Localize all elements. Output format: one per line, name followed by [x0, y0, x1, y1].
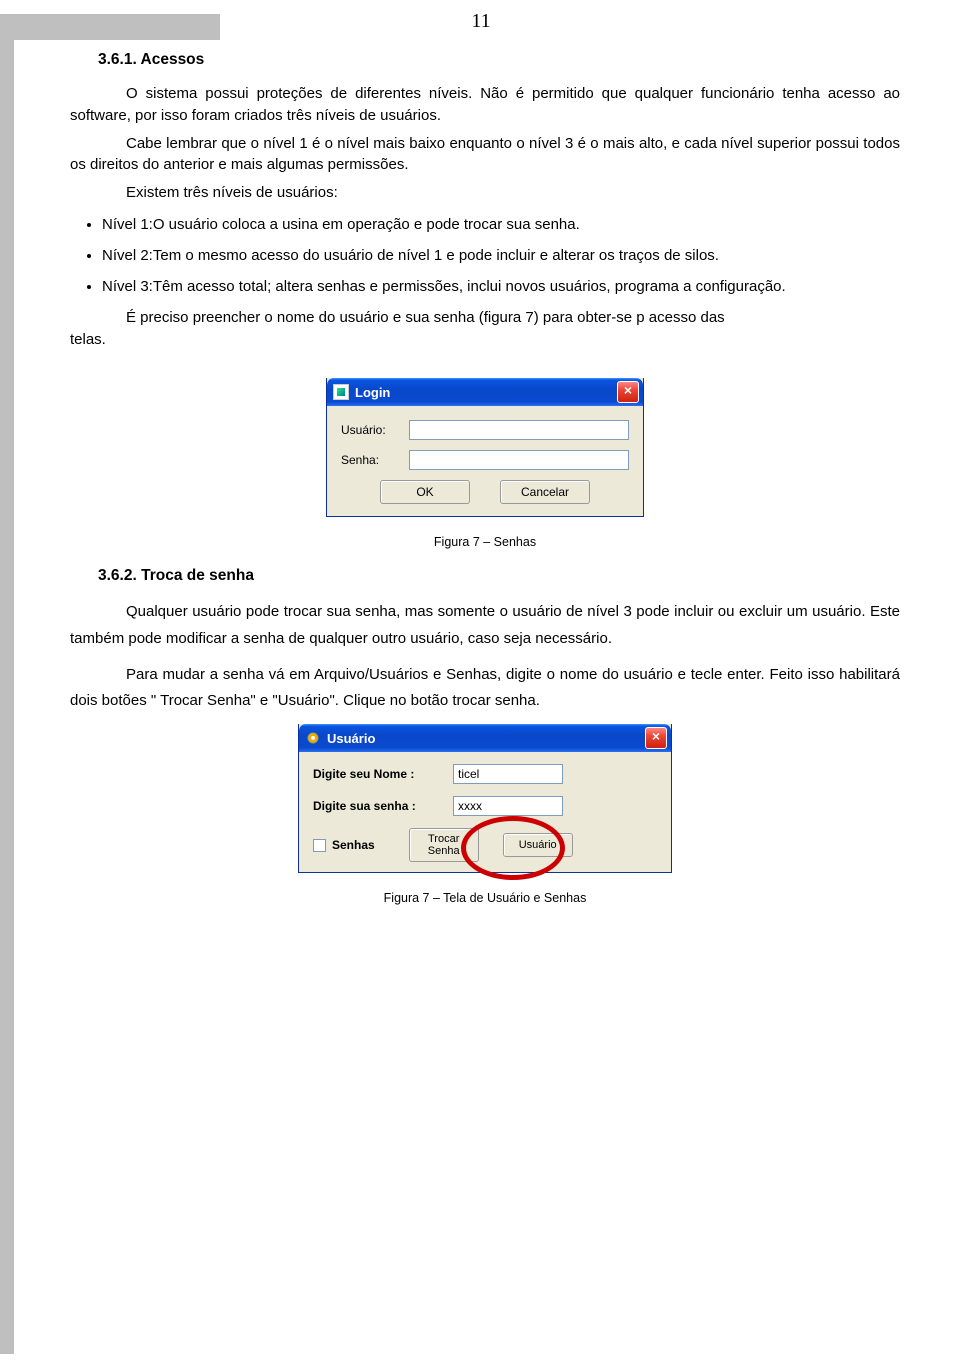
dialog-titlebar[interactable]: Usuário × [299, 724, 671, 752]
figure-caption: Figura 7 – Tela de Usuário e Senhas [70, 891, 900, 905]
gear-icon [305, 730, 321, 746]
paragraph: É preciso preencher o nome do usuário e … [70, 307, 900, 351]
login-dialog: Login × Usuário: Senha: OK Cancelar [326, 378, 644, 517]
senha-input[interactable] [453, 796, 563, 816]
decorative-left-band [0, 14, 14, 1354]
decorative-top-band [0, 14, 220, 40]
dialog-title: Login [355, 385, 617, 400]
list-item: Nível 1:O usuário coloca a usina em oper… [102, 214, 900, 235]
list-item: Nível 3:Têm acesso total; altera senhas … [102, 276, 900, 297]
paragraph: Cabe lembrar que o nível 1 é o nível mai… [70, 133, 900, 177]
figure-caption: Figura 7 – Senhas [70, 535, 900, 549]
label-digite-nome: Digite seu Nome : [313, 767, 443, 781]
senhas-checkbox[interactable] [313, 839, 326, 852]
paragraph: Existem três níveis de usuários: [70, 182, 900, 204]
ok-button[interactable]: OK [380, 480, 470, 504]
nome-input[interactable] [453, 764, 563, 784]
senhas-checkbox-label: Senhas [332, 838, 375, 852]
close-icon[interactable]: × [645, 727, 667, 749]
paragraph: Qualquer usuário pode trocar sua senha, … [70, 599, 900, 652]
senha-input[interactable] [409, 450, 629, 470]
cancel-button[interactable]: Cancelar [500, 480, 590, 504]
usuario-input[interactable] [409, 420, 629, 440]
heading-acessos: 3.6.1. Acessos [98, 51, 900, 69]
dialog-title: Usuário [327, 731, 645, 746]
paragraph: O sistema possui proteções de diferentes… [70, 83, 900, 127]
dialog-titlebar[interactable]: Login × [327, 378, 643, 406]
usuario-button[interactable]: Usuário [503, 833, 573, 857]
trocar-senha-button[interactable]: TrocarSenha [409, 828, 479, 862]
list-item: Nível 2:Tem o mesmo acesso do usuário de… [102, 245, 900, 266]
close-icon[interactable]: × [617, 381, 639, 403]
label-usuario: Usuário: [341, 423, 401, 437]
paragraph: Para mudar a senha vá em Arquivo/Usuário… [70, 662, 900, 715]
label-digite-senha: Digite sua senha : [313, 799, 443, 813]
app-icon [333, 384, 349, 400]
label-senha: Senha: [341, 453, 401, 467]
levels-list: Nível 1:O usuário coloca a usina em oper… [70, 214, 900, 297]
heading-troca-senha: 3.6.2. Troca de senha [98, 567, 900, 585]
usuario-dialog: Usuário × Digite seu Nome : Digite sua s… [298, 724, 672, 873]
